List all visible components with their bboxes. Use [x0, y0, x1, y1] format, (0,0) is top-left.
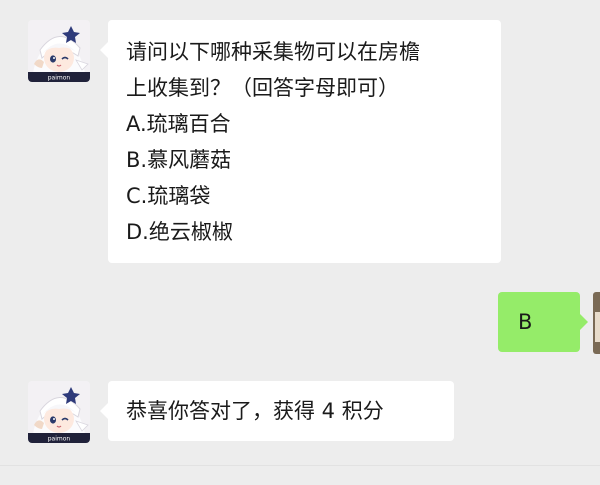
bot-avatar[interactable]: paimon	[28, 381, 90, 443]
option-c: C.琉璃袋	[126, 184, 211, 208]
avatar-badge: paimon	[48, 75, 71, 82]
paimon-avatar-icon: paimon	[28, 381, 90, 443]
bot-avatar[interactable]: paimon	[28, 20, 90, 82]
answer-text: B	[518, 310, 533, 334]
result-text: 恭喜你答对了，获得 4 积分	[126, 399, 384, 423]
avatar-badge: paimon	[48, 436, 71, 443]
message-bubble-question[interactable]: 请问以下哪种采集物可以在房檐 上收集到？（回答字母即可） A.琉璃百合 B.慕风…	[100, 20, 501, 263]
message-line: 请问以下哪种采集物可以在房檐	[126, 40, 420, 64]
option-a: A.琉璃百合	[126, 112, 231, 136]
message-bubble-result[interactable]: 恭喜你答对了，获得 4 积分	[100, 381, 454, 441]
message-bubble-answer[interactable]: B	[498, 292, 588, 352]
message-line: 上收集到？（回答字母即可）	[126, 76, 399, 100]
option-b: B.慕风蘑菇	[126, 148, 232, 172]
option-d: D.绝云椒椒	[126, 220, 233, 244]
self-avatar[interactable]	[593, 292, 600, 354]
divider	[0, 465, 600, 466]
paimon-avatar-icon: paimon	[28, 20, 90, 82]
